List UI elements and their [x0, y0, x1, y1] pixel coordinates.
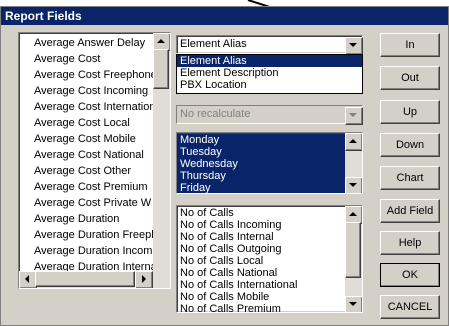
- list-item[interactable]: No of Calls Local: [177, 255, 345, 267]
- out-button-label: Out: [401, 72, 419, 84]
- scroll-down-button[interactable]: [345, 177, 362, 193]
- up-button-label: Up: [402, 106, 418, 118]
- list-item[interactable]: Tuesday: [177, 146, 345, 158]
- list-item[interactable]: Wednesday: [177, 158, 345, 170]
- list-item[interactable]: Average Cost International: [19, 99, 164, 115]
- list-item[interactable]: Monday: [177, 134, 345, 146]
- list-item[interactable]: Average Cost Premium: [19, 179, 152, 195]
- list-item[interactable]: Average Cost: [19, 51, 152, 67]
- up-button[interactable]: Up: [380, 100, 440, 124]
- window-title: Report Fields: [1, 7, 448, 25]
- right-arrow-icon: [142, 275, 146, 283]
- add-field-button[interactable]: Add Field: [380, 199, 440, 223]
- recalc-combo[interactable]: No recalculate: [176, 105, 363, 125]
- in-button[interactable]: In: [380, 33, 440, 57]
- list-item[interactable]: No of Calls Outgoing: [177, 243, 345, 255]
- list-item[interactable]: Friday: [177, 182, 345, 193]
- hscroll-thumb[interactable]: [35, 271, 135, 287]
- scroll-thumb[interactable]: [153, 49, 169, 89]
- list-item[interactable]: Average Cost Incoming: [19, 83, 152, 99]
- up-arrow-icon: [157, 39, 165, 43]
- recalc-combo-dropdown-button[interactable]: [345, 107, 363, 125]
- list-item[interactable]: Average Cost Local: [19, 115, 152, 131]
- list-item[interactable]: No of Calls Mobile: [177, 291, 345, 303]
- left-arrow-icon: [25, 275, 29, 283]
- chevron-down-icon: [349, 43, 357, 47]
- recalc-combo-value: No recalculate: [180, 108, 251, 120]
- alias-dropdown-list[interactable]: Element Alias Element Description PBX Lo…: [176, 54, 363, 94]
- chart-button[interactable]: Chart: [380, 166, 440, 190]
- ok-button-label: OK: [402, 269, 418, 281]
- list-item[interactable]: No of Calls International: [177, 279, 345, 291]
- list-item[interactable]: Average Answer Delay: [19, 35, 152, 51]
- calls-list[interactable]: No of Calls No of Calls Incoming No of Cal…: [176, 205, 363, 313]
- days-list-vscrollbar[interactable]: [345, 133, 362, 193]
- scroll-right-button[interactable]: [135, 271, 153, 288]
- up-arrow-icon: [349, 212, 357, 216]
- alias-option[interactable]: PBX Location: [177, 79, 362, 91]
- alias-combo-value: Element Alias: [180, 38, 247, 50]
- field-list-hscrollbar[interactable]: [19, 271, 170, 288]
- help-button[interactable]: Help: [380, 231, 440, 255]
- help-button-label: Help: [398, 237, 422, 249]
- list-item[interactable]: Average Duration: [19, 211, 152, 227]
- scroll-down-button[interactable]: [345, 296, 362, 312]
- alias-combo-dropdown-button[interactable]: [345, 37, 363, 55]
- down-arrow-icon: [349, 183, 357, 187]
- list-item[interactable]: No of Calls Internal: [177, 231, 345, 243]
- list-item[interactable]: Thursday: [177, 170, 345, 182]
- calls-list-vscrollbar[interactable]: [345, 206, 362, 312]
- list-item[interactable]: Average Cost Mobile: [19, 131, 152, 147]
- field-list[interactable]: Average Answer Delay Average Cost Average …: [18, 32, 171, 289]
- list-item[interactable]: No of Calls Incoming: [177, 219, 345, 231]
- chart-button-label: Chart: [396, 172, 424, 184]
- field-list-vscrollbar[interactable]: [153, 33, 170, 271]
- alias-option[interactable]: Element Description: [177, 67, 362, 79]
- list-item[interactable]: Average Cost Other: [19, 163, 152, 179]
- chevron-down-icon: [349, 113, 357, 117]
- list-item[interactable]: No of Calls Premium: [177, 303, 345, 312]
- list-item[interactable]: No of Calls National: [177, 267, 345, 279]
- list-item[interactable]: Average Cost Freephone: [19, 67, 157, 83]
- alias-combo[interactable]: Element Alias: [176, 35, 363, 55]
- add-field-button-label: Add Field: [386, 205, 434, 217]
- up-arrow-icon: [349, 139, 357, 143]
- days-list[interactable]: Monday Tuesday Wednesday Thursday Friday: [176, 132, 363, 194]
- list-item[interactable]: No of Calls: [177, 207, 345, 219]
- list-item[interactable]: Average Duration Freephone: [19, 227, 170, 243]
- list-item[interactable]: Average Cost Private W: [19, 195, 152, 211]
- down-button-label: Down: [395, 139, 425, 151]
- alias-option[interactable]: Element Alias: [177, 55, 362, 67]
- ok-button[interactable]: OK: [380, 263, 440, 287]
- out-button[interactable]: Out: [380, 66, 440, 90]
- scroll-up-button[interactable]: [345, 133, 362, 151]
- in-button-label: In: [405, 39, 415, 51]
- cancel-button[interactable]: CANCEL: [380, 295, 440, 319]
- down-arrow-icon: [349, 302, 357, 306]
- list-item[interactable]: Average Cost National: [19, 147, 152, 163]
- list-item[interactable]: Average Duration Incoming: [19, 243, 167, 259]
- cancel-button-label: CANCEL: [387, 301, 433, 313]
- down-button[interactable]: Down: [380, 133, 440, 157]
- scroll-thumb[interactable]: [345, 222, 361, 278]
